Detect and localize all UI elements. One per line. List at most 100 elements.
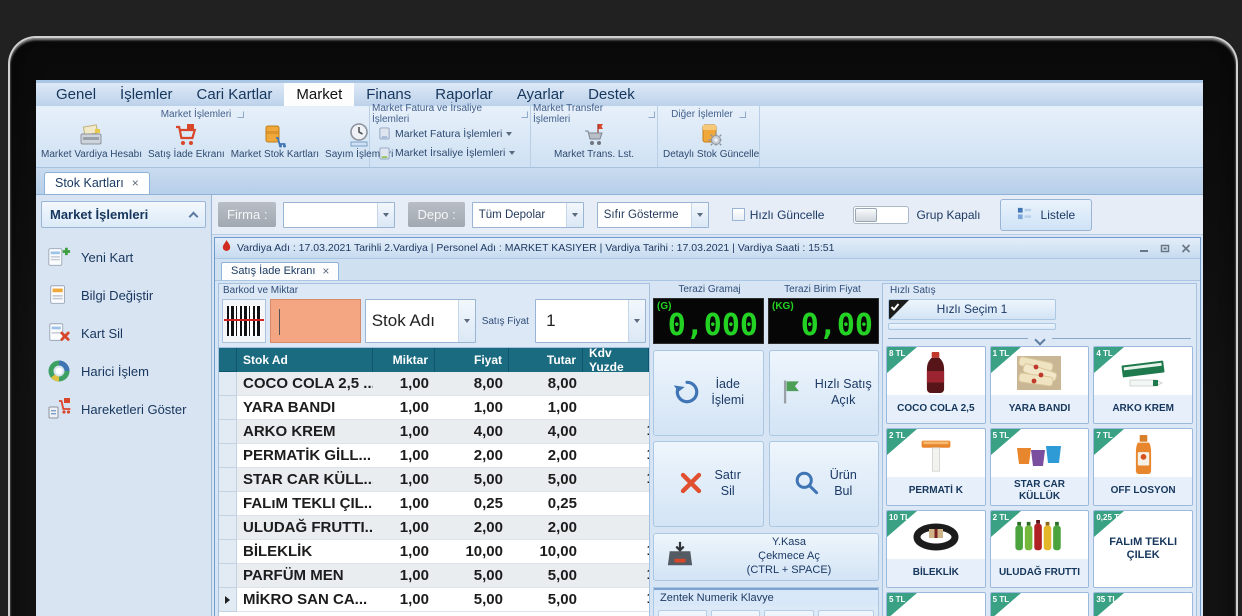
table-row[interactable]: STAR CAR KÜLL...1,005,005,001: [219, 468, 649, 492]
collapse-divider[interactable]: [888, 336, 1191, 340]
table-row[interactable]: PARFÜM MEN1,005,005,001: [219, 564, 649, 588]
toggle-thumb[interactable]: [855, 208, 877, 222]
row-indicator-cell: [219, 372, 237, 396]
column-header-miktar[interactable]: Miktar: [373, 348, 435, 372]
column-header-tutar[interactable]: Tutar: [509, 348, 583, 372]
table-row[interactable]: ULUDAĞ FRUTTI...1,002,002,00: [219, 516, 649, 540]
sidebar-header[interactable]: Market İşlemleri: [41, 201, 206, 228]
sidebar-item-yeni-kart[interactable]: Yeni Kart: [41, 238, 206, 276]
satis-fiyat-combobox[interactable]: 1: [535, 299, 646, 343]
menu-item-cari-kartlar[interactable]: Cari Kartlar: [185, 83, 285, 106]
chevron-down-icon[interactable]: [458, 300, 475, 342]
product-card-partial[interactable]: 5 TL: [886, 592, 986, 616]
close-icon[interactable]: ×: [322, 265, 329, 277]
hizli-secim-button[interactable]: Hızlı Seçim 1: [888, 299, 1056, 320]
chevron-down-icon[interactable]: [628, 300, 645, 342]
action-button-r-n-bul[interactable]: ÜrünBul: [769, 441, 880, 527]
keypad-backspace-key[interactable]: [818, 610, 874, 616]
barcode-input[interactable]: [270, 299, 361, 343]
product-card-yara-bandi[interactable]: 1 TLYARA BANDI: [990, 346, 1090, 424]
product-card-star-car-k-ll-k[interactable]: 5 TLSTAR CAR KÜLLÜK: [990, 428, 1090, 506]
table-row[interactable]: MİKRO SAN CA...1,005,005,001: [219, 588, 649, 612]
dialog-launcher-icon[interactable]: [648, 111, 655, 118]
close-icon[interactable]: [1178, 242, 1194, 255]
ribbon-item-detayl-stok-g-ncelle[interactable]: Detaylı Stok Güncelle: [660, 121, 762, 166]
menu-item-genel[interactable]: Genel: [44, 83, 108, 106]
cell-tutar: 1,00: [509, 396, 583, 420]
column-header-fiyat[interactable]: Fiyat: [435, 348, 509, 372]
listele-button[interactable]: Listele: [1000, 199, 1093, 231]
keypad-key-9[interactable]: 9: [764, 610, 813, 616]
tab-stok-kartlari[interactable]: Stok Kartları ×: [44, 172, 150, 194]
grup-kapali-toggle[interactable]: [853, 206, 909, 224]
table-row[interactable]: BİLEKLİK1,0010,0010,001: [219, 540, 649, 564]
kasa-cekmece-button[interactable]: Y.Kasa Çekmece Aç (CTRL + SPACE): [653, 533, 879, 581]
table-row[interactable]: PERMATİK GİLL...1,002,002,001: [219, 444, 649, 468]
action-button-i-ade-i-lemi[interactable]: İadeİşlemi: [653, 350, 764, 436]
checkbox-icon[interactable]: [732, 208, 745, 221]
birim-fiyat-unit: (KG): [772, 301, 794, 312]
hizli-guncelle-checkbox[interactable]: Hızlı Güncelle: [732, 208, 825, 222]
minimize-icon[interactable]: [1136, 242, 1152, 255]
shift-info-title: Vardiya Adı : 17.03.2021 Tarihli 2.Vardi…: [237, 242, 1131, 254]
pos-window-titlebar: Vardiya Adı : 17.03.2021 Tarihli 2.Vardi…: [215, 238, 1200, 259]
cell-fiyat: 1,00: [435, 396, 509, 420]
sidebar-item-kart-sil[interactable]: Kart Sil: [41, 314, 206, 352]
keypad-key-7[interactable]: 7: [658, 610, 707, 616]
kdv-clipped-value: 1: [647, 446, 649, 463]
column-header-stok-ad[interactable]: Stok Ad: [237, 348, 373, 372]
column-header-kdv-yuzde[interactable]: Kdv Yuzde: [583, 348, 649, 372]
dialog-launcher-icon[interactable]: [739, 111, 746, 118]
chevron-down-icon[interactable]: [566, 203, 583, 227]
sidebar-item-harici-i-lem[interactable]: Harici İşlem: [41, 352, 206, 390]
chevron-down-icon[interactable]: [691, 203, 708, 227]
product-card-arko-krem[interactable]: 4 TLARKO KREM: [1093, 346, 1193, 424]
barcode-button[interactable]: [222, 299, 266, 343]
action-button-sat-r-sil[interactable]: SatırSil: [653, 441, 764, 527]
product-card-partial[interactable]: 5 TL: [990, 592, 1090, 616]
table-row[interactable]: COCO COLA 2,5 ...1,008,008,00: [219, 372, 649, 396]
dialog-launcher-icon[interactable]: [521, 111, 528, 118]
menu-item-i-lemler[interactable]: İşlemler: [108, 83, 185, 106]
product-card-off-losyon[interactable]: 7 TLOFF LOSYON: [1093, 428, 1193, 506]
sifir-gosterme-combobox[interactable]: Sıfır Gösterme: [597, 202, 709, 228]
cell-stok-ad: PARFÜM MEN: [237, 564, 373, 588]
product-card-partial[interactable]: 35 TL: [1093, 592, 1193, 616]
chevron-down-icon[interactable]: [377, 203, 394, 227]
keypad-key-8[interactable]: 8: [711, 610, 760, 616]
ribbon-item-market-i-rsaliye-i-lemleri[interactable]: Market İrsaliye İşlemleri: [378, 147, 522, 160]
table-row[interactable]: YARA BANDI1,001,001,00: [219, 396, 649, 420]
product-card-fal-m-tekli-ilek[interactable]: 0,25 TLFALıM TEKLI ÇILEK: [1093, 510, 1193, 588]
dialog-launcher-icon[interactable]: [237, 111, 244, 118]
cell-kdv-yuzde: 1: [583, 540, 649, 564]
action-button-h-zl-sat-a-k[interactable]: Hızlı SatışAçık: [769, 350, 880, 436]
menu-item-market[interactable]: Market: [284, 83, 354, 106]
table-row[interactable]: ARKO KREM1,004,004,001: [219, 420, 649, 444]
table-row[interactable]: FALıM TEKLI ÇIL...1,000,250,25: [219, 492, 649, 516]
firma-combobox[interactable]: [283, 202, 395, 228]
barkod-group-caption: Barkod ve Miktar: [219, 284, 649, 299]
close-icon[interactable]: ×: [132, 177, 139, 189]
table-header-row: Stok AdMiktarFiyatTutarKdv Yuzde: [219, 348, 649, 372]
restore-icon[interactable]: [1157, 242, 1173, 255]
tab-satis-iade-ekrani[interactable]: Satış İade Ekranı ×: [221, 262, 339, 280]
product-card-coco-cola-2-5[interactable]: 8 TLCOCO COLA 2,5: [886, 346, 986, 424]
sidebar-item-bilgi-de-i-tir[interactable]: Bilgi Değiştir: [41, 276, 206, 314]
sidebar-item-hareketleri-g-ster[interactable]: Hareketleri Göster: [41, 390, 206, 428]
ribbon-item-market-fatura-i-lemleri[interactable]: Market Fatura İşlemleri: [378, 127, 522, 140]
ribbon-item-market-stok-kartlar[interactable]: Market Stok Kartları: [228, 121, 322, 166]
quick-selection-empty-slot[interactable]: [888, 323, 1056, 330]
product-card-bi-lekli-k[interactable]: 10 TLBİLEKLİK: [886, 510, 986, 588]
depo-combobox[interactable]: Tüm Depolar: [472, 202, 584, 228]
product-card-uluda-frutti[interactable]: 2 TLULUDAĞ FRUTTI: [990, 510, 1090, 588]
ribbon-item-market-trans-lst[interactable]: Market Trans. Lst.: [551, 121, 637, 166]
terazi-gramaj-label: Terazi Gramaj: [653, 283, 766, 298]
cell-tutar: 0,25: [509, 492, 583, 516]
ribbon-group-market-transfer-i-lemleri: Market Transfer İşlemleriMarket Trans. L…: [531, 106, 658, 167]
ribbon-item-market-vardiya-hesab[interactable]: Market Vardiya Hesabı: [38, 121, 145, 166]
stock-box-icon: [262, 122, 288, 148]
stok-adi-combobox[interactable]: Stok Adı: [365, 299, 476, 343]
product-card-permati-k[interactable]: 2 TLPERMATİ K: [886, 428, 986, 506]
ribbon-item-sat-i-ade-ekran[interactable]: Satış İade Ekranı: [145, 121, 228, 166]
cell-tutar: 5,00: [509, 564, 583, 588]
